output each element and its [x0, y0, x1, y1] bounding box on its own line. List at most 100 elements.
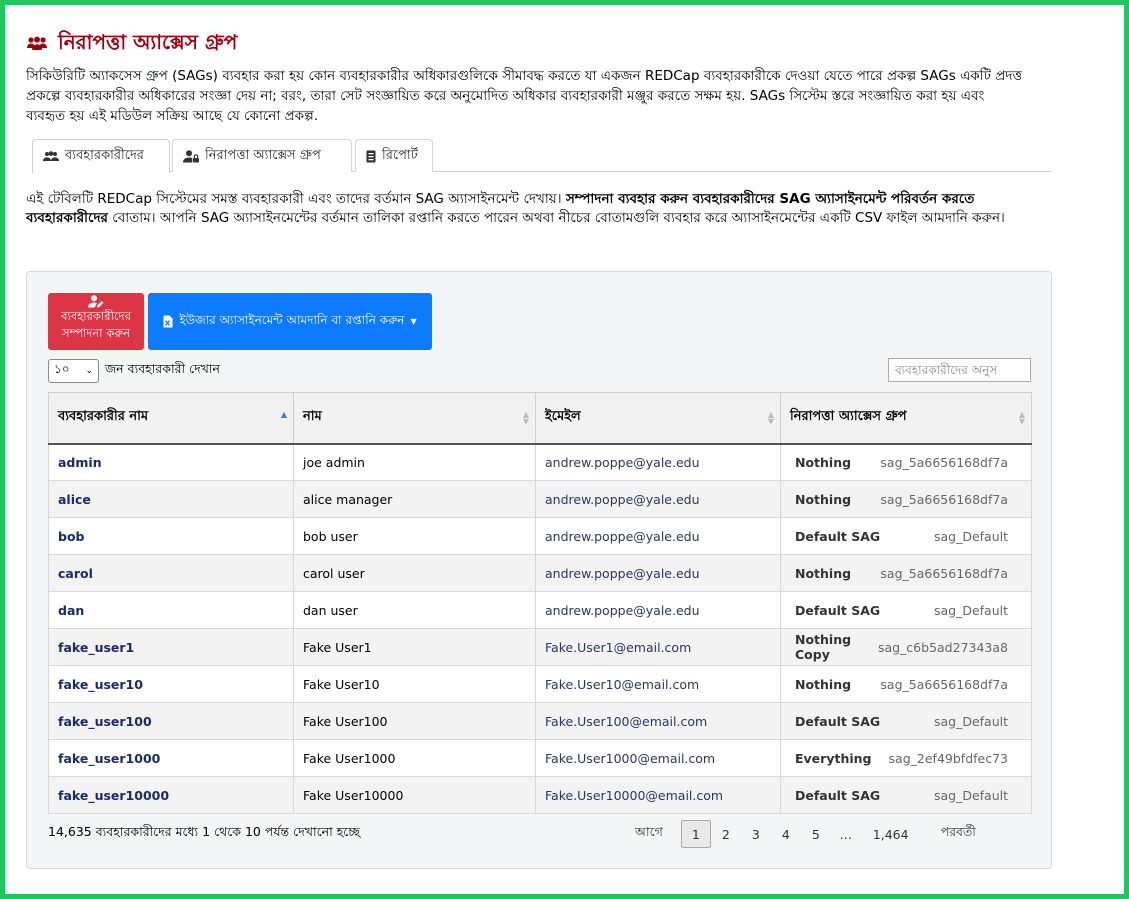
sort-ascending-icon: ▲	[280, 410, 287, 419]
edit-users-button[interactable]: ব্যবহারকারীদের সম্পাদনা করুন	[48, 293, 144, 350]
user-fullname: carol user	[303, 565, 365, 581]
tab-report[interactable]: রিপোর্ট	[355, 139, 433, 172]
user-email: andrew.poppe@yale.edu	[545, 602, 700, 618]
chevron-down-icon: ⌄	[85, 366, 93, 376]
pagination: আগে 1 2 3 4 5 … 1,464 পরবর্তী	[627, 820, 984, 848]
username-link[interactable]: fake_user100	[58, 714, 152, 729]
sag-assignment: Nothing sag_5a6656168df7a	[790, 566, 1022, 581]
sag-id: sag_5a6656168df7a	[880, 491, 1008, 507]
sag-name: Nothing	[795, 565, 852, 581]
users-icon	[43, 150, 59, 161]
cell-email: andrew.poppe@yale.edu	[535, 443, 781, 481]
users-table: ব্যবহারকারীর নাম ▲ নাম ▲ ▼ ইমেইল ▲ ▼ নিরাপ…	[48, 392, 1032, 814]
column-name-header[interactable]: নাম ▲ ▼	[293, 392, 536, 445]
user-fullname: alice manager	[303, 491, 393, 507]
cell-email: Fake.User10@email.com	[535, 665, 781, 703]
sag-assignment: Default SAG sag_Default	[790, 788, 1022, 803]
page: নিরাপত্তা অ্যাক্সেস গ্রুপ সিকিউরিটি অ্যা…	[26, 29, 1056, 869]
cell-username: alice	[48, 480, 294, 518]
table-row: fake_user10 Fake User10 Fake.User10@email.…	[48, 665, 1032, 703]
pagination-page[interactable]: 5	[801, 820, 831, 848]
column-email-header[interactable]: ইমেইল ▲ ▼	[535, 392, 781, 445]
user-email: Fake.User100@email.com	[545, 713, 708, 729]
tab-security-access-groups[interactable]: নিরাপত্তা অ্যাক্সেস গ্রুপ	[172, 139, 352, 172]
import-export-button[interactable]: ইউজার অ্যাসাইনমেন্ট আমদানি বা রপ্তানি কর…	[148, 293, 432, 350]
sag-id: sag_c6b5ad27343a8	[877, 639, 1008, 655]
username-link[interactable]: carol	[58, 566, 93, 581]
user-fullname: Fake User1	[303, 639, 372, 655]
table-info: 14,635 ব্যবহারকারীদের মধ্যে 1 থেকে 10 পর…	[48, 824, 361, 839]
table-row: carol carol user andrew.poppe@yale.edu Noth…	[48, 554, 1032, 592]
sag-id: sag_5a6656168df7a	[880, 565, 1008, 581]
cell-sag: Default SAG sag_Default	[780, 591, 1032, 629]
page-length-value: ১০	[54, 362, 70, 376]
sag-id: sag_5a6656168df7a	[880, 454, 1008, 470]
username-link[interactable]: admin	[58, 455, 102, 470]
username-link[interactable]: fake_user10	[58, 677, 143, 692]
username-link[interactable]: bob	[58, 529, 84, 544]
sag-name: Default SAG	[795, 787, 881, 803]
cell-name: Fake User100	[293, 702, 536, 740]
pagination-page[interactable]: 4	[771, 820, 801, 848]
table-description: এই টেবিলটি REDCap সিস্টেমের সমস্ত ব্যবহা…	[26, 190, 1036, 228]
sag-name: Default SAG	[795, 713, 881, 729]
table-row: alice alice manager andrew.poppe@yale.edu N…	[48, 480, 1032, 518]
user-fullname: dan user	[303, 602, 358, 618]
cell-sag: Nothing Copy sag_c6b5ad27343a8	[780, 628, 1032, 666]
page-length-suffix: জন ব্যবহারকারী দেখান	[105, 361, 220, 376]
sag-assignment: Default SAG sag_Default	[790, 529, 1022, 544]
username-link[interactable]: fake_user10000	[58, 788, 169, 803]
pagination-next[interactable]: পরবর্তী	[933, 820, 984, 848]
column-name-label: নাম	[303, 409, 322, 425]
pagination-previous[interactable]: আগে	[627, 820, 671, 848]
cell-username: fake_user1000	[48, 739, 294, 777]
caret-down-icon: ▼	[410, 317, 417, 326]
pagination-page[interactable]: 1	[680, 820, 711, 848]
pagination-page[interactable]: 3	[741, 820, 771, 848]
sag-assignment: Nothing sag_5a6656168df7a	[790, 492, 1022, 507]
cell-name: Fake User1	[293, 628, 536, 666]
table-row: fake_user10000 Fake User10000 Fake.User100…	[48, 776, 1032, 814]
sag-name: Default SAG	[795, 528, 881, 544]
cell-sag: Default SAG sag_Default	[780, 702, 1032, 740]
cell-sag: Default SAG sag_Default	[780, 776, 1032, 814]
sort-icon: ▲ ▼	[522, 410, 529, 426]
pagination-ellipsis: …	[839, 826, 853, 842]
table-row: dan dan user andrew.poppe@yale.edu Default …	[48, 591, 1032, 629]
cell-username: bob	[48, 517, 294, 555]
username-link[interactable]: fake_user1	[58, 640, 134, 655]
user-fullname: Fake User1000	[303, 750, 396, 766]
table-row: fake_user1 Fake User1 Fake.User1@email.com…	[48, 628, 1032, 666]
tab-users[interactable]: ব্যবহারকারীদের	[32, 139, 170, 173]
username-link[interactable]: dan	[58, 603, 84, 618]
pagination-page[interactable]: 1,464	[865, 820, 917, 848]
cell-name: joe admin	[293, 443, 536, 481]
cell-email: andrew.poppe@yale.edu	[535, 480, 781, 518]
users-icon	[27, 36, 47, 50]
sag-name: Nothing Copy	[795, 632, 852, 662]
report-icon	[366, 150, 376, 162]
page-length-control: ১০ ⌄ জন ব্যবহারকারী দেখান	[48, 359, 220, 383]
page-title: নিরাপত্তা অ্যাক্সেস গ্রুপ	[58, 29, 238, 54]
users-panel: ব্যবহারকারীদের সম্পাদনা করুন ইউজার অ্যাস…	[26, 271, 1052, 869]
sag-assignment: Default SAG sag_Default	[790, 714, 1022, 729]
username-link[interactable]: fake_user1000	[58, 751, 160, 766]
cell-sag: Nothing sag_5a6656168df7a	[780, 443, 1032, 481]
table-row: fake_user100 Fake User100 Fake.User100@ema…	[48, 702, 1032, 740]
page-length-select[interactable]: ১০ ⌄	[48, 359, 99, 383]
user-edit-icon	[88, 295, 104, 308]
column-sag-header[interactable]: নিরাপত্তা অ্যাক্সেস গ্রুপ ▲ ▼	[780, 392, 1032, 445]
sag-id: sag_Default	[933, 528, 1008, 544]
import-export-label: ইউজার অ্যাসাইনমেন্ট আমদানি বা রপ্তানি কর…	[179, 312, 405, 327]
search-input[interactable]: ব্যবহারকারীদের অনুস	[888, 358, 1031, 382]
username-link[interactable]: alice	[58, 492, 91, 507]
pagination-pages: 1 2 3 4 5 … 1,464	[680, 820, 917, 848]
cell-username: admin	[48, 443, 294, 481]
pagination-page[interactable]: 2	[711, 820, 741, 848]
cell-name: dan user	[293, 591, 536, 629]
user-email: andrew.poppe@yale.edu	[545, 491, 700, 507]
column-username-header[interactable]: ব্যবহারকারীর নাম ▲	[48, 392, 294, 445]
sag-name: Default SAG	[795, 602, 881, 618]
edit-users-label: ব্যবহারকারীদের সম্পাদনা করুন	[61, 309, 131, 340]
cell-email: Fake.User100@email.com	[535, 702, 781, 740]
